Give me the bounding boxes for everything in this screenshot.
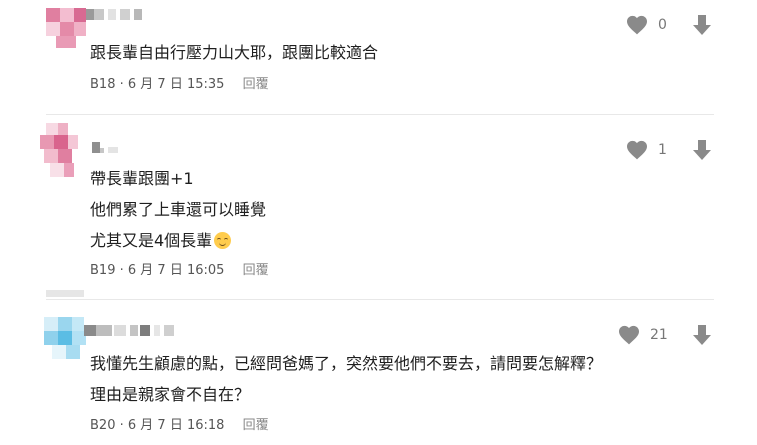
heart-icon (627, 15, 647, 35)
comment-b18: 跟長輩自由行壓力山大耶，跟團比較適合 B18 · 6 月 7 日 15:35 回… (0, 0, 757, 110)
avatar[interactable] (40, 123, 80, 183)
author-name-redacted[interactable] (86, 9, 146, 21)
redacted-attachment (46, 290, 84, 297)
floor-number: B19 (90, 263, 116, 278)
meta-separator: · (119, 418, 128, 433)
comment-text: 尤其又是4個長輩 (90, 231, 213, 250)
comment-meta: B18 · 6 月 7 日 15:35 回覆 (90, 77, 269, 93)
like-count: 1 (658, 142, 667, 158)
comment-meta: B19 · 6 月 7 日 16:05 回覆 (90, 263, 269, 279)
avatar[interactable] (44, 317, 86, 361)
avatar[interactable] (46, 8, 86, 48)
reply-button[interactable]: 回覆 (243, 77, 269, 92)
reply-button[interactable]: 回覆 (243, 263, 269, 278)
comment-meta: B20 · 6 月 7 日 16:18 回覆 (90, 418, 269, 434)
heart-icon (627, 140, 647, 160)
arrow-down-icon (693, 15, 711, 35)
comment-text-line: 跟長輩自由行壓力山大耶，跟團比較適合 (90, 43, 379, 62)
like-count: 21 (650, 327, 668, 343)
like-button[interactable]: 1 (626, 140, 667, 160)
comment-text-line: 理由是親家會不自在？ (90, 385, 251, 404)
like-button[interactable]: 0 (626, 15, 667, 35)
dislike-button[interactable] (692, 324, 712, 350)
comment-text-line: 他們累了上車還可以睡覺 (90, 200, 267, 219)
like-button[interactable]: 21 (618, 325, 668, 345)
arrow-down-icon (693, 325, 711, 345)
post-date: 6 月 7 日 15:35 (127, 77, 225, 92)
arrow-down-icon (693, 140, 711, 160)
comment-text-line-with-emoji: 尤其又是4個長輩 (90, 231, 232, 251)
author-name-redacted[interactable] (92, 142, 132, 154)
comment-b20: 我懂先生顧慮的點，已經問爸媽了，突然要他們不要去，請問要怎解釋？ 理由是親家會不… (0, 300, 757, 445)
floor-number: B18 (90, 77, 116, 92)
comment-text-line: 帶長輩跟團+1 (90, 169, 194, 188)
post-date: 6 月 7 日 16:18 (127, 418, 225, 433)
dislike-button[interactable] (692, 14, 712, 40)
post-date: 6 月 7 日 16:05 (127, 263, 225, 278)
like-count: 0 (658, 17, 667, 33)
meta-separator: · (119, 77, 128, 92)
heart-icon (619, 325, 639, 345)
relieved-face-emoji (214, 232, 232, 249)
comment-text-line: 我懂先生顧慮的點，已經問爸媽了，突然要他們不要去，請問要怎解釋？ (90, 354, 603, 373)
floor-number: B20 (90, 418, 116, 433)
reply-button[interactable]: 回覆 (243, 418, 269, 433)
comment-b19: 帶長輩跟團+1 他們累了上車還可以睡覺 尤其又是4個長輩 B19 · 6 月 7… (0, 115, 757, 300)
meta-separator: · (119, 263, 128, 278)
author-name-redacted[interactable] (84, 325, 184, 337)
dislike-button[interactable] (692, 139, 712, 165)
